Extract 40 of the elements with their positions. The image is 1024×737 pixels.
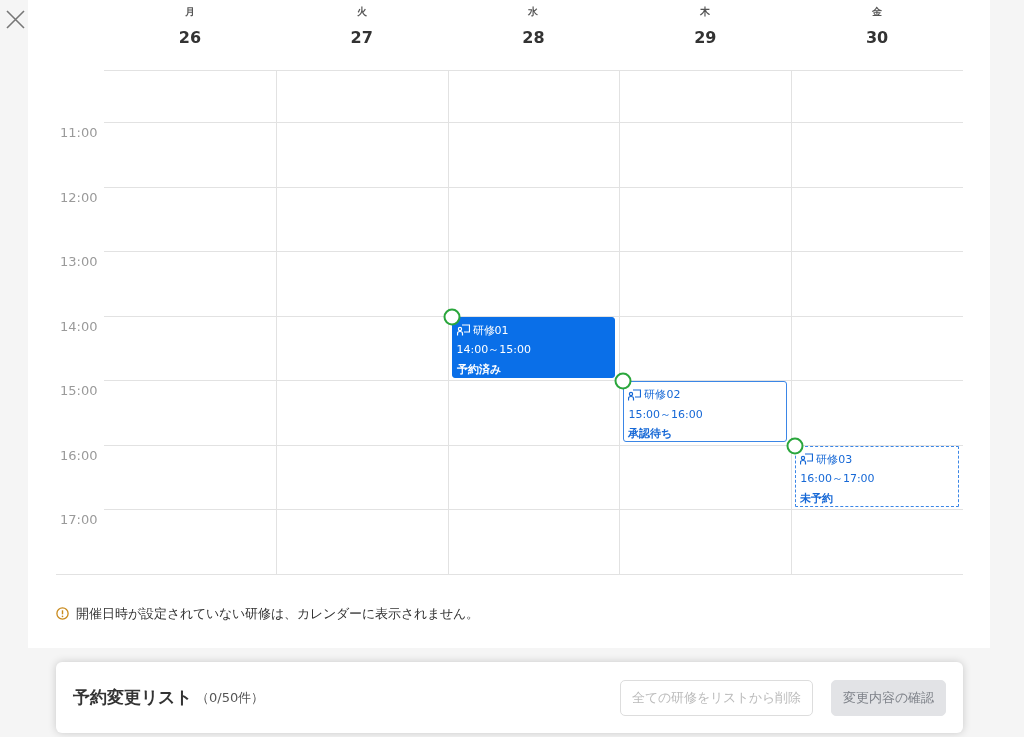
event-card[interactable]: 研修02 15:00～16:00 承認待ち bbox=[623, 381, 788, 442]
time-label: 11:00 bbox=[60, 125, 98, 140]
date-label: 29 bbox=[694, 28, 717, 47]
presenter-icon bbox=[628, 388, 642, 401]
event-card[interactable]: 研修01 14:00～15:00 予約済み bbox=[451, 316, 616, 378]
weekday-label: 月 bbox=[184, 5, 195, 19]
close-icon[interactable] bbox=[6, 10, 25, 29]
event-status: 未予約 bbox=[800, 490, 835, 507]
date-label: 27 bbox=[350, 28, 373, 47]
date-label: 30 bbox=[865, 28, 889, 47]
event-status: 承認待ち bbox=[628, 426, 674, 442]
time-label: 17:00 bbox=[60, 512, 98, 527]
circle-marker-icon bbox=[442, 307, 461, 326]
weekday-label: 金 bbox=[872, 5, 883, 19]
warning-icon bbox=[56, 607, 69, 620]
date-label: 26 bbox=[178, 28, 202, 47]
time-label: 14:00 bbox=[60, 318, 98, 334]
event-title: 研修02 bbox=[644, 387, 681, 403]
list-count: （0/50件） bbox=[196, 688, 265, 707]
presenter-icon bbox=[456, 324, 470, 337]
list-title: 予約変更リスト bbox=[73, 686, 192, 709]
weekday-label: 水 bbox=[528, 5, 539, 19]
notice-text: 開催日時が設定されていない研修は、カレンダーに表示されません。 bbox=[76, 604, 479, 623]
date-label: 28 bbox=[522, 28, 545, 47]
event-card[interactable]: 研修03 16:00～17:00 未予約 bbox=[795, 445, 959, 507]
presenter-icon bbox=[800, 453, 814, 466]
event-title: 研修03 bbox=[816, 451, 853, 468]
time-label: 16:00 bbox=[60, 447, 98, 463]
circle-marker-icon bbox=[786, 436, 805, 455]
weekday-label: 火 bbox=[356, 5, 367, 19]
event-title: 研修01 bbox=[472, 322, 509, 339]
event-status: 予約済み bbox=[456, 361, 502, 378]
time-label: 12:00 bbox=[60, 189, 98, 205]
event-time: 15:00～16:00 bbox=[628, 406, 704, 423]
time-label: 15:00 bbox=[60, 383, 98, 398]
time-label: 13:00 bbox=[60, 254, 98, 269]
circle-marker-icon bbox=[614, 372, 633, 390]
weekday-label: 木 bbox=[700, 5, 711, 19]
event-time: 14:00～15:00 bbox=[456, 342, 532, 358]
event-time: 16:00～17:00 bbox=[800, 471, 876, 487]
